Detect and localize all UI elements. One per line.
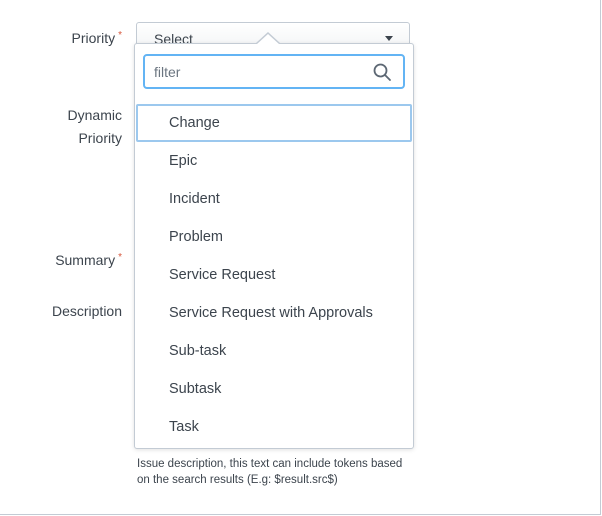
option-change[interactable]: Change	[136, 104, 412, 142]
priority-label: Priority *	[72, 27, 122, 49]
required-marker: *	[118, 252, 122, 263]
option-sub-task[interactable]: Sub-task	[135, 332, 413, 370]
option-task[interactable]: Task	[135, 408, 413, 446]
form-panel: Priority * Dynamic Priority Summary * Desc…	[0, 0, 601, 515]
option-epic[interactable]: Epic	[135, 142, 413, 180]
dynamic-priority-label-line1: Dynamic	[67, 107, 122, 123]
option-problem[interactable]: Problem	[135, 218, 413, 256]
priority-label-text: Priority	[71, 30, 116, 46]
summary-label-text: Summary	[55, 252, 116, 268]
caret-down-icon	[385, 36, 393, 41]
priority-dropdown-menu: Change Epic Incident Problem Service Req…	[134, 43, 414, 449]
search-icon	[373, 63, 391, 81]
description-help-text: Issue description, this text can include…	[137, 458, 403, 486]
option-incident[interactable]: Incident	[135, 180, 413, 218]
filter-input[interactable]	[143, 54, 405, 89]
description-label: Description	[51, 303, 122, 319]
dynamic-priority-label: Dynamic Priority	[68, 104, 122, 150]
dropdown-pointer-fill	[257, 34, 279, 44]
summary-label: Summary *	[55, 249, 122, 271]
required-marker: *	[118, 30, 122, 41]
option-list: Change Epic Incident Problem Service Req…	[135, 104, 413, 446]
option-subtask[interactable]: Subtask	[135, 370, 413, 408]
dynamic-priority-label-line2: Priority	[78, 130, 122, 146]
option-service-request[interactable]: Service Request	[135, 256, 413, 294]
option-service-request-with-approvals[interactable]: Service Request with Approvals	[135, 294, 413, 332]
